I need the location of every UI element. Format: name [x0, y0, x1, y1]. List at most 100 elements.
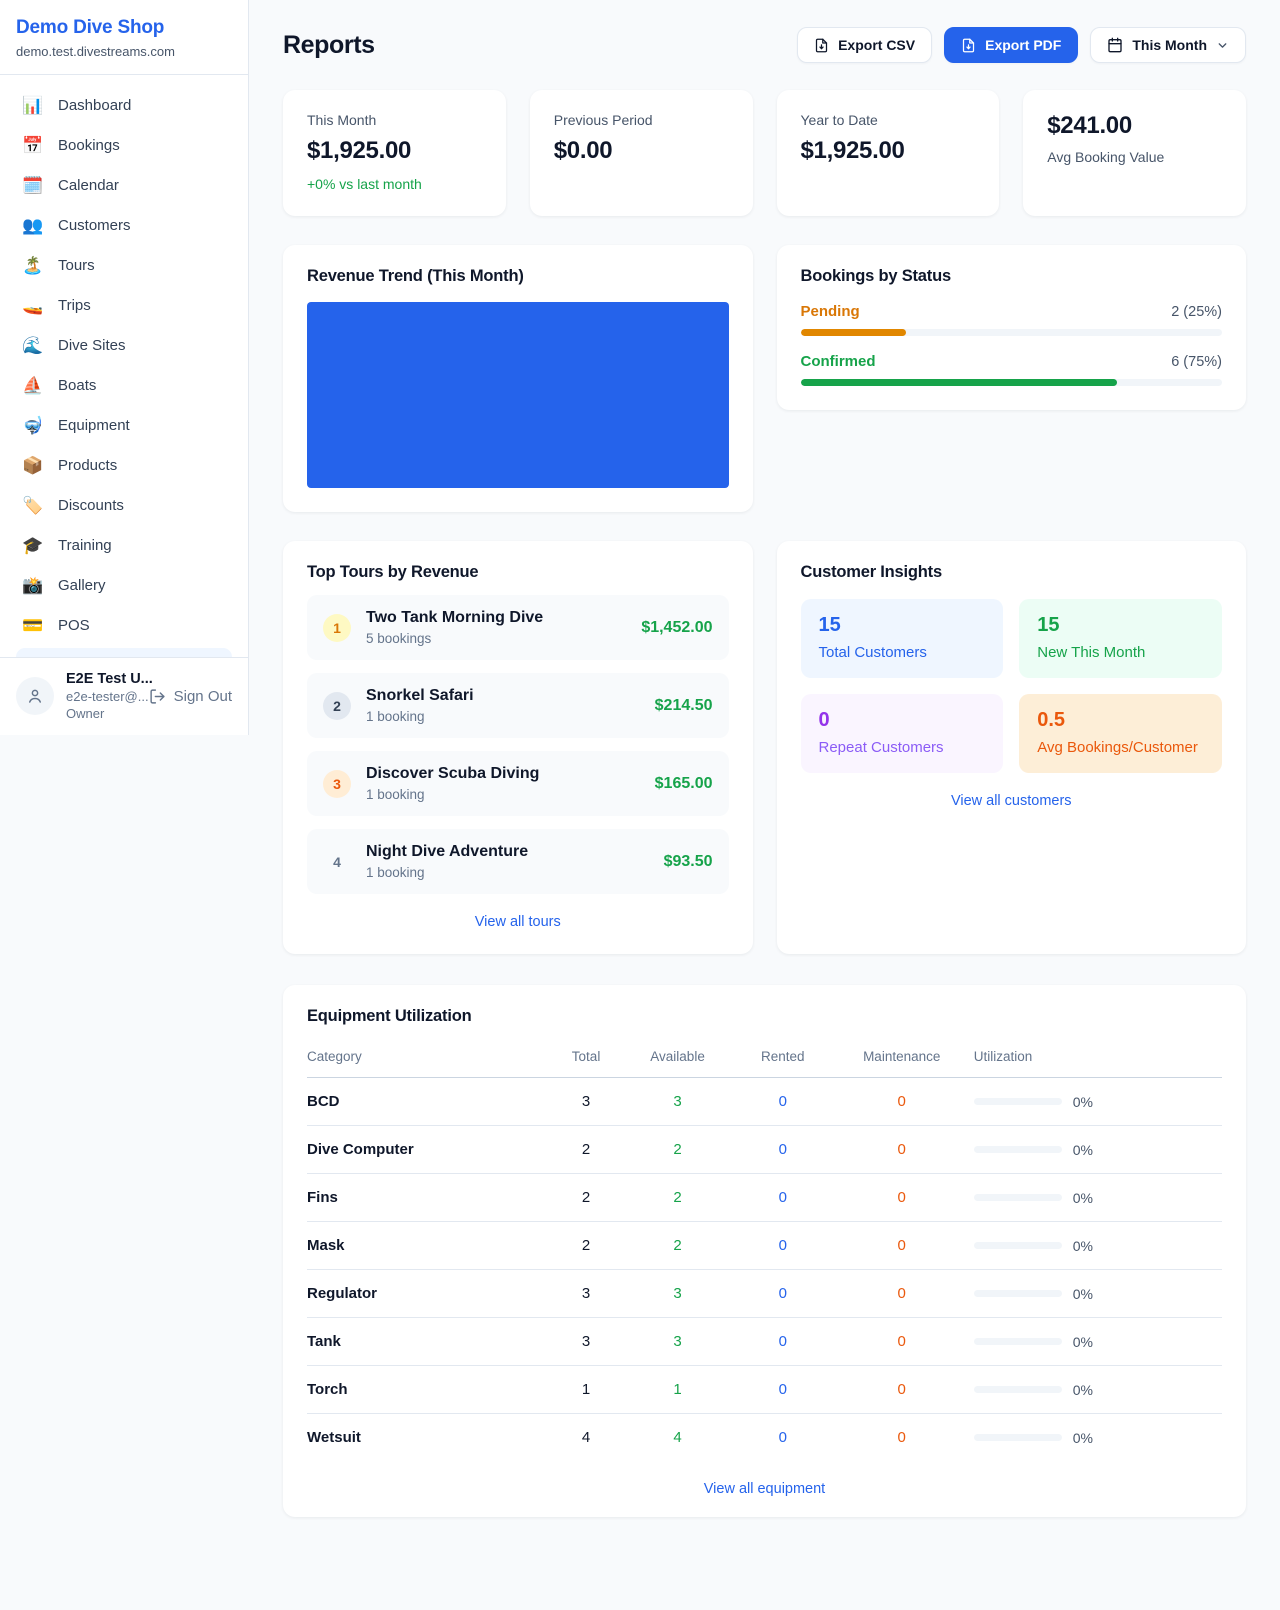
utilization-bar [974, 1146, 1062, 1153]
sidebar-item-label: Boats [58, 377, 96, 394]
utilization-bar [974, 1338, 1062, 1345]
top-tours-title: Top Tours by Revenue [307, 563, 729, 582]
top-tours-card: Top Tours by Revenue 1 Two Tank Morning … [283, 541, 753, 954]
table-row: BCD 3 3 0 0 0% [307, 1078, 1222, 1126]
sidebar-item-discounts[interactable]: 🏷️ Discounts [8, 488, 240, 523]
sidebar-nav: 📊 Dashboard 📅 Bookings 🗓️ Calendar 👥 Cus… [0, 75, 248, 657]
tour-name: Two Tank Morning Dive [366, 609, 626, 627]
cell-total: 2 [545, 1126, 627, 1174]
view-all-equipment-link[interactable]: View all equipment [307, 1481, 1222, 1497]
calendar-icon: 🗓️ [22, 177, 44, 194]
stat-card-this-month: This Month $1,925.00 +0% vs last month [283, 90, 506, 216]
stat-label: This Month [307, 112, 482, 128]
sidebar: Demo Dive Shop demo.test.divestreams.com… [0, 0, 249, 735]
file-download-icon [814, 38, 829, 53]
tag-icon: 🏷️ [22, 497, 44, 514]
utilization-bar [974, 1290, 1062, 1297]
cell-total: 3 [545, 1270, 627, 1318]
stat-card-avg-booking-value: $241.00 Avg Booking Value [1023, 90, 1246, 216]
export-pdf-label: Export PDF [985, 37, 1061, 53]
sidebar-item-label: Dashboard [58, 97, 131, 114]
tile-total-customers: 15 Total Customers [801, 599, 1004, 678]
sidebar-item-calendar[interactable]: 🗓️ Calendar [8, 168, 240, 203]
tile-avg-bookings-customer: 0.5 Avg Bookings/Customer [1019, 694, 1222, 773]
sidebar-item-bookings[interactable]: 📅 Bookings [8, 128, 240, 163]
view-all-tours-link[interactable]: View all tours [307, 914, 729, 930]
sidebar-item-label: Tours [58, 257, 95, 274]
package-icon: 📦 [22, 457, 44, 474]
column-header-category: Category [307, 1039, 545, 1078]
camera-icon: 📸 [22, 577, 44, 594]
sidebar-item-customers[interactable]: 👥 Customers [8, 208, 240, 243]
sidebar-item-dive-sites[interactable]: 🌊 Dive Sites [8, 328, 240, 363]
sidebar-item-label: Discounts [58, 497, 124, 514]
charts-row: Revenue Trend (This Month) Bookings by S… [283, 245, 1246, 512]
progress-track [801, 329, 1223, 336]
rank-badge: 1 [323, 614, 351, 642]
table-row: Tank 3 3 0 0 0% [307, 1318, 1222, 1366]
cell-available: 4 [627, 1414, 728, 1462]
cell-maintenance: 0 [838, 1174, 966, 1222]
stat-card-previous-period: Previous Period $0.00 [530, 90, 753, 216]
tile-new-this-month: 15 New This Month [1019, 599, 1222, 678]
cell-rented: 0 [728, 1366, 838, 1414]
sidebar-item-label: Equipment [58, 417, 130, 434]
cell-maintenance: 0 [838, 1270, 966, 1318]
cell-rented: 0 [728, 1318, 838, 1366]
sidebar-item-boats[interactable]: ⛵ Boats [8, 368, 240, 403]
cell-category: Wetsuit [307, 1414, 545, 1462]
cell-rented: 0 [728, 1126, 838, 1174]
cell-total: 4 [545, 1414, 627, 1462]
column-header-utilization: Utilization [966, 1039, 1222, 1078]
sign-out-button[interactable]: Sign Out [149, 688, 232, 705]
cell-category: Fins [307, 1174, 545, 1222]
sidebar-item-label: Customers [58, 217, 131, 234]
tile-value: 15 [1037, 614, 1204, 637]
sidebar-item-products[interactable]: 📦 Products [8, 448, 240, 483]
logout-icon [149, 688, 166, 705]
cell-available: 3 [627, 1078, 728, 1126]
revenue-trend-title: Revenue Trend (This Month) [307, 267, 729, 286]
cell-total: 3 [545, 1318, 627, 1366]
table-row: Mask 2 2 0 0 0% [307, 1222, 1222, 1270]
insights-grid: 15 Total Customers 15 New This Month 0 R… [801, 599, 1223, 773]
stat-label: Year to Date [801, 112, 976, 128]
sidebar-item-tours[interactable]: 🏝️ Tours [8, 248, 240, 283]
period-dropdown[interactable]: This Month [1090, 27, 1246, 63]
rank-badge: 3 [323, 770, 351, 798]
table-row: Regulator 3 3 0 0 0% [307, 1270, 1222, 1318]
user-section: E2E Test U... e2e-tester@... Owner Sign … [0, 657, 248, 735]
cell-rented: 0 [728, 1270, 838, 1318]
stat-card-year-to-date: Year to Date $1,925.00 [777, 90, 1000, 216]
tour-bookings: 1 booking [366, 865, 649, 880]
utilization-pct: 0% [1073, 1430, 1093, 1446]
trips-boat-icon: 🚤 [22, 297, 44, 314]
sidebar-item-dashboard[interactable]: 📊 Dashboard [8, 88, 240, 123]
sidebar-item-gallery[interactable]: 📸 Gallery [8, 568, 240, 603]
sidebar-item-reports-active-partial[interactable] [16, 648, 232, 657]
tour-bookings: 1 booking [366, 787, 640, 802]
export-pdf-button[interactable]: Export PDF [944, 27, 1078, 63]
utilization-pct: 0% [1073, 1382, 1093, 1398]
sidebar-item-pos[interactable]: 💳 POS [8, 608, 240, 643]
period-label: This Month [1132, 37, 1207, 53]
export-csv-button[interactable]: Export CSV [797, 27, 932, 63]
cell-category: Tank [307, 1318, 545, 1366]
column-header-available: Available [627, 1039, 728, 1078]
status-row-pending: Pending 2 (25%) [801, 303, 1223, 336]
revenue-trend-chart [307, 302, 729, 488]
utilization-bar [974, 1194, 1062, 1201]
status-label-confirmed: Confirmed [801, 353, 876, 370]
tile-value: 0 [819, 709, 986, 732]
insights-row: Top Tours by Revenue 1 Two Tank Morning … [283, 541, 1246, 954]
sidebar-item-trips[interactable]: 🚤 Trips [8, 288, 240, 323]
view-all-customers-link[interactable]: View all customers [801, 793, 1223, 809]
chevron-down-icon [1216, 39, 1229, 52]
sidebar-item-equipment[interactable]: 🤿 Equipment [8, 408, 240, 443]
sidebar-item-training[interactable]: 🎓 Training [8, 528, 240, 563]
stat-value: $0.00 [554, 137, 729, 165]
cell-maintenance: 0 [838, 1126, 966, 1174]
utilization-pct: 0% [1073, 1142, 1093, 1158]
brand-name[interactable]: Demo Dive Shop [16, 17, 232, 39]
cell-total: 1 [545, 1366, 627, 1414]
